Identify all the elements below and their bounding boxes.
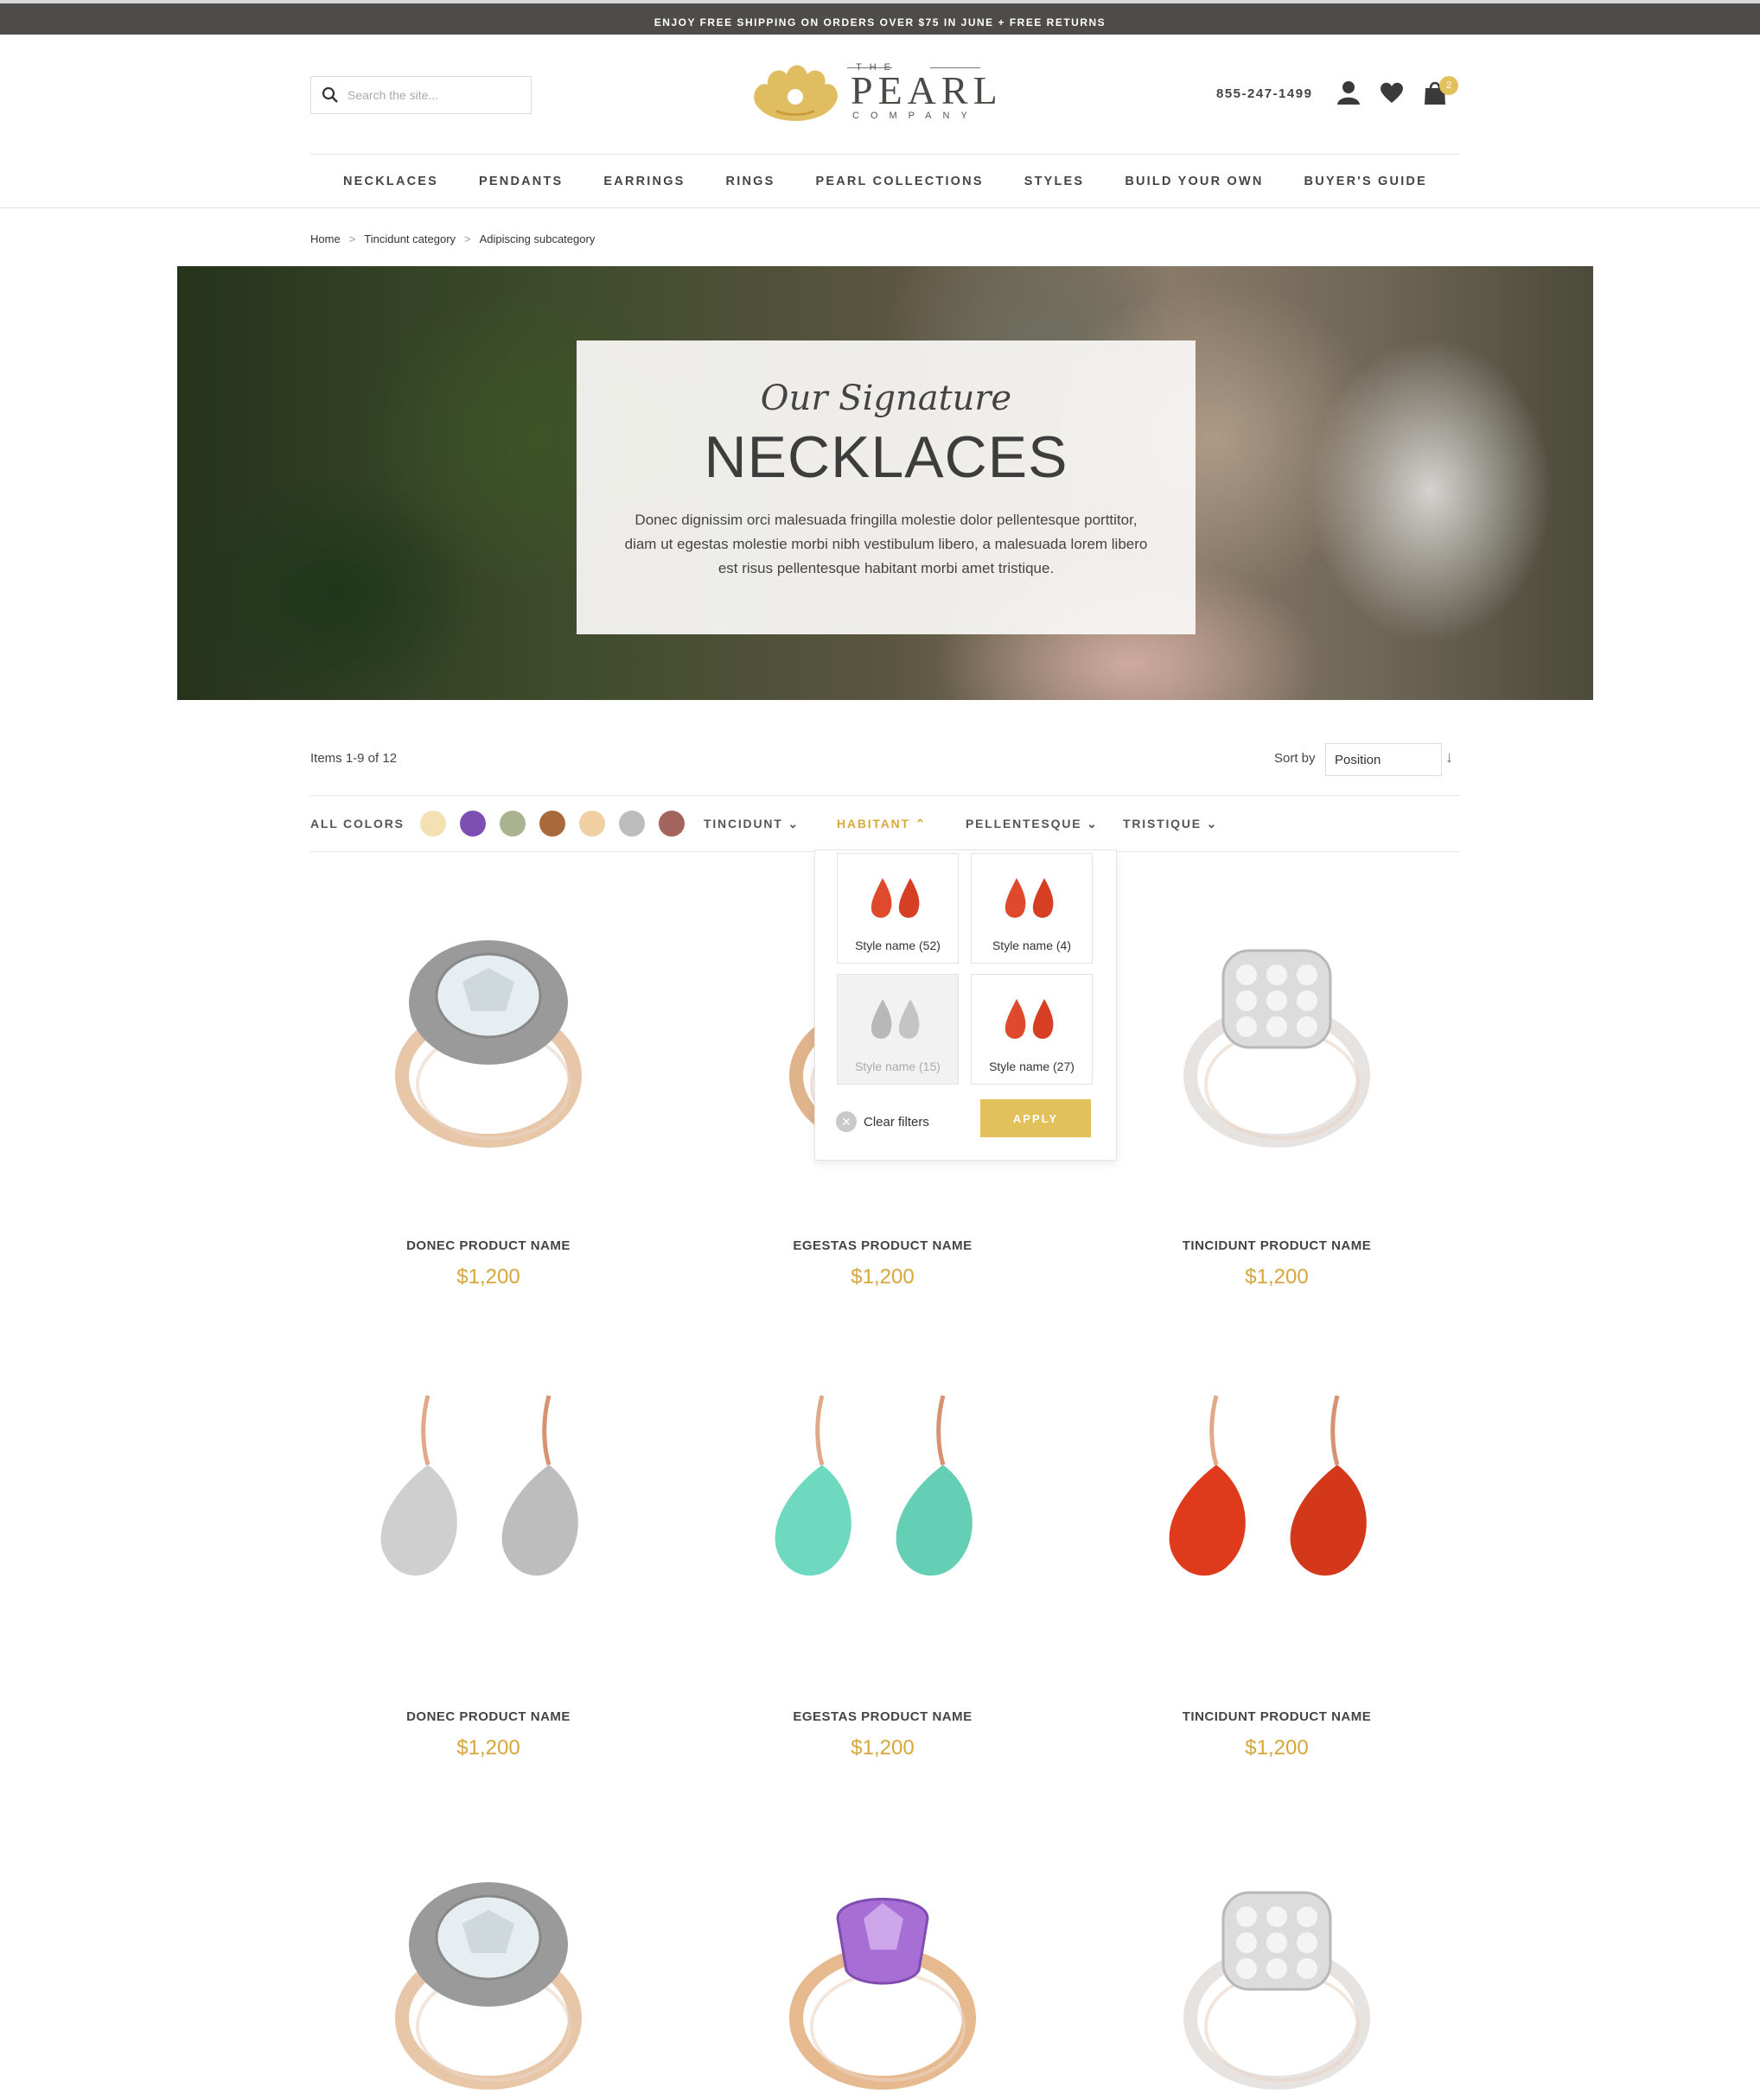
clear-filters-label: Clear filters	[864, 1114, 929, 1130]
amethyst-ring-image[interactable]	[727, 1841, 1038, 2100]
product-price: $1,200	[456, 1736, 520, 1760]
chevron-down-icon: ⌄	[1206, 817, 1219, 830]
breadcrumb-category[interactable]: Tincidunt category	[364, 232, 456, 245]
chevron-down-icon: ⌄	[788, 817, 800, 830]
style-tile[interactable]: Style name (15)	[837, 974, 959, 1085]
product-price: $1,200	[851, 1265, 915, 1289]
breadcrumb-separator: >	[464, 232, 471, 245]
mint-earrings-image[interactable]	[727, 1370, 1038, 1646]
apply-button[interactable]: APPLY	[980, 1099, 1091, 1137]
sort-direction-icon[interactable]: ↓	[1445, 748, 1453, 767]
color-swatch[interactable]	[539, 811, 565, 837]
red-drop-earrings-icon	[870, 878, 920, 918]
habitant-filter-dropdown: Style name (52) Style name (4) Style nam…	[814, 850, 1117, 1161]
product-price: $1,200	[851, 1736, 915, 1760]
style-tile[interactable]: Style name (4)	[971, 853, 1093, 964]
product-name[interactable]: DONEC PRODUCT NAME	[333, 1238, 644, 1253]
search-input[interactable]	[348, 88, 520, 102]
product-name[interactable]: TINCIDUNT PRODUCT NAME	[1121, 1709, 1432, 1724]
filter-pellentesque-label: PELLENTESQUE	[966, 817, 1082, 830]
phone-number[interactable]: 855-247-1499	[1216, 86, 1312, 101]
close-icon: ✕	[836, 1111, 857, 1132]
cart-count-badge: 2	[1439, 76, 1458, 95]
wishlist-heart-icon[interactable]	[1379, 80, 1405, 105]
product-name[interactable]: EGESTAS PRODUCT NAME	[727, 1238, 1038, 1253]
all-colors-filter[interactable]: ALL COLORS	[310, 817, 405, 830]
color-swatch[interactable]	[499, 811, 526, 837]
diamond-ring-image[interactable]	[333, 899, 644, 1175]
hero-card: Our Signature NECKLACES Donec dignissim …	[577, 340, 1196, 634]
chevron-down-icon: ⌄	[1087, 817, 1099, 830]
nav-pearl-collections[interactable]: PEARL COLLECTIONS	[815, 175, 983, 188]
red-earrings-image[interactable]	[1121, 1370, 1432, 1646]
product-name[interactable]: TINCIDUNT PRODUCT NAME	[1121, 1238, 1432, 1253]
style-tile[interactable]: Style name (27)	[971, 974, 1093, 1085]
style-tile-label: Style name (4)	[992, 939, 1072, 952]
search-icon	[322, 86, 338, 103]
chevron-up-icon: ⌃	[915, 817, 928, 830]
nav-rings[interactable]: RINGS	[726, 175, 775, 188]
product-name[interactable]: DONEC PRODUCT NAME	[333, 1709, 644, 1724]
logo-company: COMPANY	[852, 111, 979, 121]
style-tile-label: Style name (27)	[989, 1060, 1074, 1073]
clear-earrings-image[interactable]	[333, 1370, 644, 1646]
items-count: Items 1-9 of 12	[310, 751, 398, 766]
breadcrumb-home[interactable]: Home	[310, 232, 341, 245]
product-price: $1,200	[456, 1265, 520, 1289]
pave-ring-image[interactable]	[1121, 1841, 1432, 2100]
style-tile[interactable]: Style name (52)	[837, 853, 959, 964]
nav-build-your-own[interactable]: BUILD YOUR OWN	[1125, 175, 1263, 188]
filter-top-divider	[310, 795, 1460, 796]
color-swatch[interactable]	[419, 811, 446, 837]
nav-styles[interactable]: STYLES	[1024, 175, 1085, 188]
clear-filters-link[interactable]: ✕ Clear filters	[836, 1111, 929, 1132]
hero-banner: Our Signature NECKLACES Donec dignissim …	[177, 266, 1593, 700]
main-nav: NECKLACES PENDANTS EARRINGS RINGS PEARL …	[310, 154, 1460, 207]
filter-tincidunt-label: TINCIDUNT	[704, 817, 783, 830]
red-drop-earrings-icon	[1004, 878, 1054, 918]
logo[interactable]: THE PEARL COMPANY	[750, 59, 1018, 128]
nav-earrings[interactable]: EARRINGS	[603, 175, 685, 188]
color-filter: ALL COLORS	[310, 811, 685, 837]
diamond-ring-image[interactable]	[333, 1841, 644, 2100]
nav-necklaces[interactable]: NECKLACES	[343, 175, 438, 188]
filter-tristique[interactable]: TRISTIQUE ⌄	[1123, 817, 1218, 831]
filter-tristique-label: TRISTIQUE	[1123, 817, 1202, 830]
color-swatch[interactable]	[459, 811, 486, 837]
pearl-shell-logo-icon	[754, 65, 838, 121]
style-tile-label: Style name (15)	[855, 1060, 941, 1073]
product-price: $1,200	[1245, 1736, 1309, 1760]
color-swatch[interactable]	[658, 811, 685, 837]
filter-habitant[interactable]: HABITANT ⌃	[837, 817, 927, 831]
logo-name: PEARL	[851, 68, 1003, 112]
nav-pendants[interactable]: PENDANTS	[479, 175, 563, 188]
promo-bar: ENJOY FREE SHIPPING ON ORDERS OVER $75 I…	[0, 0, 1760, 35]
search-box[interactable]	[310, 76, 532, 114]
hero-script-heading: Our Signature	[760, 379, 1012, 418]
color-swatch[interactable]	[618, 811, 645, 837]
sort-label: Sort by	[1274, 751, 1316, 766]
filter-habitant-label: HABITANT	[837, 817, 910, 830]
nav-divider	[0, 207, 1760, 208]
breadcrumb-separator: >	[348, 232, 356, 245]
breadcrumb-subcategory: Adipiscing subcategory	[479, 232, 596, 245]
account-icon[interactable]	[1336, 80, 1361, 105]
product-price: $1,200	[1245, 1265, 1309, 1289]
sort-select[interactable]: Position	[1325, 743, 1442, 776]
breadcrumb: Home > Tincidunt category > Adipiscing s…	[310, 232, 595, 245]
red-drop-earrings-icon	[1004, 999, 1054, 1039]
hero-title: NECKLACES	[704, 424, 1068, 490]
filter-pellentesque[interactable]: PELLENTESQUE ⌄	[966, 817, 1099, 831]
style-tile-label: Style name (52)	[855, 939, 941, 952]
color-swatch[interactable]	[578, 811, 605, 837]
silver-drop-earrings-icon	[870, 999, 920, 1039]
hero-description: Donec dignissim orci malesuada fringilla…	[624, 512, 1148, 576]
filter-tincidunt[interactable]: TINCIDUNT ⌄	[704, 817, 800, 831]
nav-buyers-guide[interactable]: BUYER'S GUIDE	[1304, 175, 1427, 188]
pave-ring-image[interactable]	[1121, 899, 1432, 1175]
product-name[interactable]: EGESTAS PRODUCT NAME	[727, 1709, 1038, 1724]
